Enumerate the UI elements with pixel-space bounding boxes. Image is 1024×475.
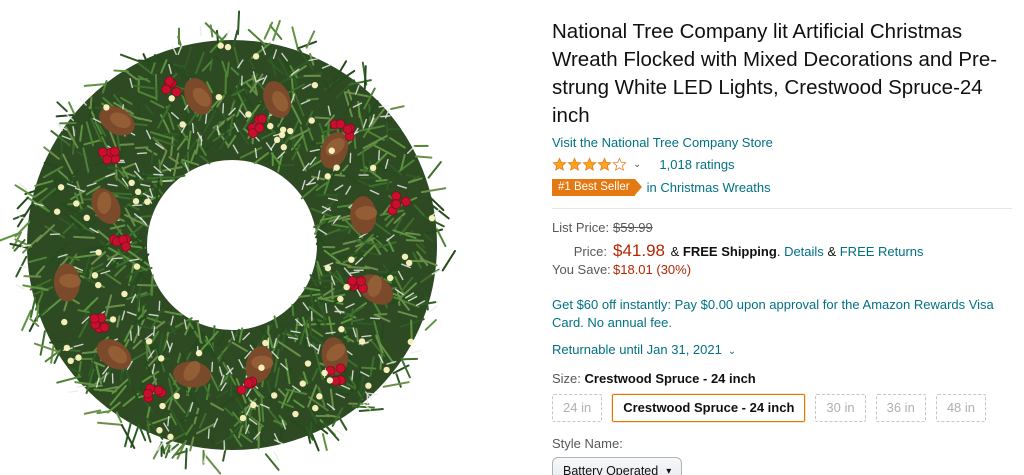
savings-row: You Save: $18.01 (30%) bbox=[552, 262, 1012, 283]
star-rating[interactable] bbox=[552, 156, 627, 172]
chevron-down-icon[interactable]: ⌄ bbox=[633, 159, 641, 170]
product-details: National Tree Company lit Artificial Chr… bbox=[552, 18, 1012, 475]
you-save-label: You Save: bbox=[552, 262, 611, 277]
size-selected-text: Crestwood Spruce - 24 inch bbox=[584, 371, 756, 386]
free-shipping-label: FREE Shipping bbox=[682, 244, 777, 259]
free-returns-link[interactable]: FREE Returns bbox=[840, 244, 924, 259]
size-option-36-in[interactable]: 36 in bbox=[875, 394, 926, 422]
best-seller-badge[interactable]: #1 Best Seller bbox=[552, 178, 642, 196]
rating-row: ⌄ 1,018 ratings bbox=[552, 155, 1012, 173]
period: . bbox=[776, 244, 781, 259]
divider bbox=[552, 208, 1012, 209]
price-label: Price: bbox=[573, 244, 607, 259]
amp-1: & bbox=[670, 244, 680, 259]
list-price-value: $59.99 bbox=[613, 220, 653, 235]
star-filled-icon bbox=[597, 156, 612, 171]
wreath-image bbox=[0, 10, 456, 475]
size-label-text: Size: bbox=[552, 371, 581, 386]
size-option-24-in[interactable]: 24 in bbox=[552, 394, 603, 422]
ratings-count-link[interactable]: 1,018 ratings bbox=[659, 157, 734, 172]
shipping-text: & FREE Shipping. Details & FREE Returns bbox=[667, 244, 924, 259]
rewards-card-promo-link[interactable]: Get $60 off instantly: Pay $0.00 upon ap… bbox=[552, 296, 1002, 332]
amp-2: & bbox=[827, 244, 837, 259]
price-table: List Price: $59.99 Price: $41.98 & FREE … bbox=[552, 220, 1012, 283]
returnable-link[interactable]: Returnable until Jan 31, 2021 ⌄ bbox=[552, 342, 1012, 357]
list-price-row: List Price: $59.99 bbox=[552, 220, 1012, 241]
list-price-label: List Price: bbox=[552, 220, 610, 235]
star-empty-icon bbox=[612, 156, 627, 171]
style-selected-text: Battery Operated bbox=[563, 464, 659, 475]
store-link[interactable]: Visit the National Tree Company Store bbox=[552, 135, 773, 150]
you-save-value: $18.01 (30%) bbox=[613, 262, 692, 277]
returnable-text: Returnable until Jan 31, 2021 bbox=[552, 342, 722, 357]
best-seller-row: #1 Best Seller in Christmas Wreaths bbox=[552, 177, 1012, 197]
chevron-down-icon: ▾ bbox=[666, 465, 672, 475]
shipping-details-link[interactable]: Details bbox=[784, 244, 824, 259]
size-label: Size: Crestwood Spruce - 24 inch bbox=[552, 371, 1012, 386]
star-filled-icon bbox=[582, 156, 597, 171]
style-name-label: Style Name: bbox=[552, 436, 623, 451]
product-title: National Tree Company lit Artificial Chr… bbox=[552, 20, 998, 127]
size-options: 24 in Crestwood Spruce - 24 inch 30 in 3… bbox=[552, 394, 1012, 422]
size-option-30-in[interactable]: 30 in bbox=[815, 394, 866, 422]
best-seller-category-link[interactable]: in Christmas Wreaths bbox=[647, 180, 771, 195]
star-filled-icon bbox=[567, 156, 582, 171]
product-image[interactable] bbox=[0, 0, 470, 475]
size-option-48-in[interactable]: 48 in bbox=[935, 394, 987, 422]
price-row: Price: $41.98 & FREE Shipping. Details &… bbox=[552, 241, 1012, 262]
star-filled-icon bbox=[552, 156, 567, 171]
chevron-down-icon: ⌄ bbox=[727, 346, 737, 357]
size-option-crestwood-spruce-24-inch[interactable]: Crestwood Spruce - 24 inch bbox=[612, 394, 806, 422]
style-name-dropdown[interactable]: Battery Operated ▾ bbox=[552, 457, 683, 475]
price-value: $41.98 bbox=[613, 241, 665, 260]
